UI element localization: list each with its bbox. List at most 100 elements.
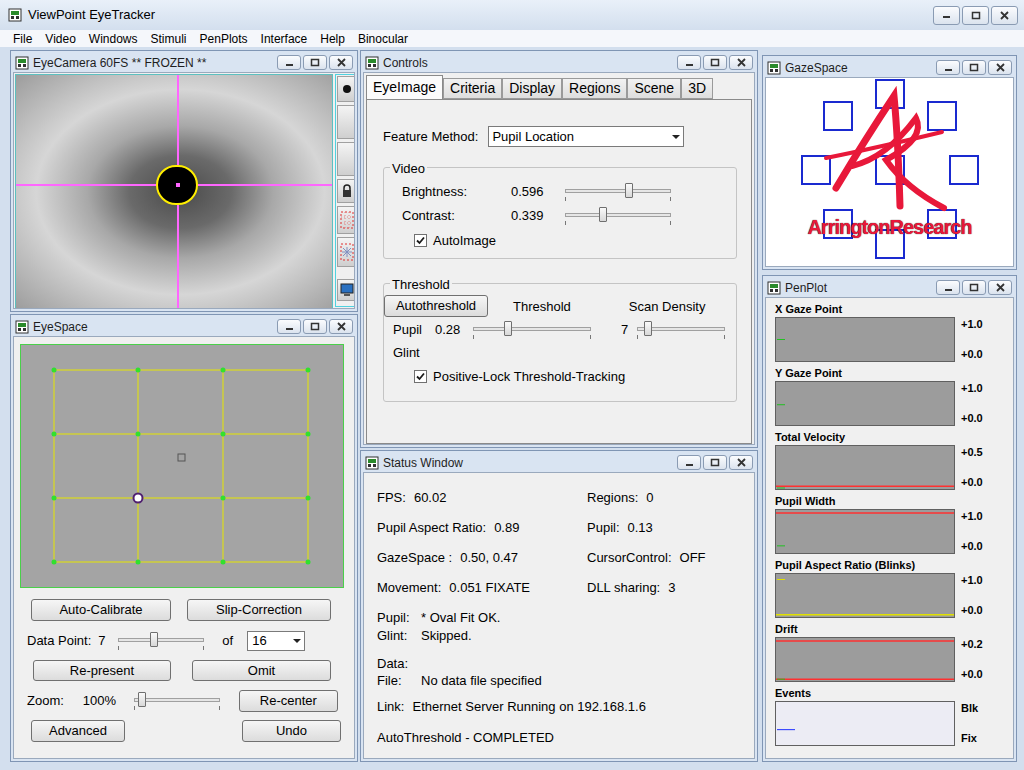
calibration-point[interactable] — [306, 368, 311, 373]
menu-bar: File Video Windows Stimuli PenPlots Interface… — [0, 30, 1024, 47]
scan-density-slider[interactable] — [637, 321, 725, 339]
close-button[interactable] — [729, 455, 753, 470]
child-title-bar[interactable]: GazeSpace — [765, 58, 1014, 77]
calibration-point[interactable] — [52, 560, 57, 565]
minimize-button[interactable] — [936, 60, 960, 75]
minimize-button[interactable] — [677, 455, 701, 470]
calibration-point[interactable] — [221, 496, 226, 501]
calibration-point[interactable] — [306, 496, 311, 501]
dropdown-arrow-icon — [290, 633, 304, 649]
close-button[interactable] — [329, 319, 353, 334]
child-title-bar[interactable]: EyeSpace — [13, 317, 355, 336]
child-title-bar[interactable]: Status Window — [363, 453, 755, 472]
tab[interactable]: Regions — [562, 78, 627, 99]
tool-button[interactable] — [337, 279, 355, 301]
maximize-button[interactable] — [303, 55, 327, 70]
minimize-button[interactable] — [677, 55, 701, 70]
menu-item[interactable]: Stimuli — [151, 30, 187, 48]
slider-thumb[interactable] — [644, 321, 652, 336]
re-center-button[interactable]: Re-center — [239, 690, 338, 712]
auto-image-checkbox[interactable]: AutoImage — [414, 231, 736, 251]
close-button[interactable] — [991, 6, 1018, 25]
calibration-point[interactable] — [221, 368, 226, 373]
minimize-button[interactable] — [933, 6, 960, 25]
calibration-point[interactable] — [306, 432, 311, 437]
close-button[interactable] — [329, 55, 353, 70]
auto-calibrate-button[interactable]: Auto-Calibrate — [31, 599, 171, 621]
maximize-button[interactable] — [962, 6, 989, 25]
slider-thumb[interactable] — [504, 321, 512, 336]
calibration-point[interactable] — [52, 496, 57, 501]
calibration-point[interactable] — [306, 560, 311, 565]
calibration-point[interactable] — [221, 432, 226, 437]
child-title-bar[interactable]: Controls — [363, 53, 755, 72]
close-button[interactable] — [988, 60, 1012, 75]
child-title-bar[interactable]: PenPlot — [765, 278, 1014, 297]
advanced-button[interactable]: Advanced — [31, 720, 125, 742]
calibration-point[interactable] — [52, 432, 57, 437]
pen-plot-label: Pupil Width — [775, 494, 1013, 509]
data-point-label: Data Point: — [27, 631, 91, 651]
autothreshold-button[interactable]: Autothreshold — [384, 295, 488, 317]
tab[interactable]: EyeImage — [366, 75, 443, 99]
maximize-button[interactable] — [303, 319, 327, 334]
feature-method-select[interactable]: Pupil Location — [488, 126, 684, 147]
menu-item[interactable]: File — [13, 30, 32, 48]
tab[interactable]: Scene — [627, 78, 681, 99]
minimize-button[interactable] — [936, 280, 960, 295]
menu-item[interactable]: Interface — [261, 30, 308, 48]
data-point-value: 7 — [98, 631, 114, 651]
calibration-point[interactable] — [136, 560, 141, 565]
slider-thumb[interactable] — [625, 183, 633, 198]
maximize-button[interactable] — [703, 455, 727, 470]
menu-item[interactable]: Binocular — [358, 30, 408, 48]
pupil-threshold-slider[interactable] — [473, 321, 591, 339]
zoom-slider[interactable] — [134, 692, 220, 710]
video-slider[interactable] — [565, 207, 671, 225]
re-present-button[interactable]: Re-present — [33, 660, 171, 682]
maximize-button[interactable] — [703, 55, 727, 70]
tool-button[interactable] — [337, 179, 355, 203]
maximize-button[interactable] — [962, 280, 986, 295]
undo-button[interactable]: Undo — [242, 720, 341, 742]
tool-button[interactable] — [337, 142, 355, 176]
slider-thumb[interactable] — [138, 692, 146, 707]
close-button[interactable] — [988, 280, 1012, 295]
gaze-space-canvas[interactable]: ArringtonResearch — [766, 78, 1013, 266]
minimize-button[interactable] — [277, 319, 301, 334]
menu-item[interactable]: Video — [45, 30, 75, 48]
eye-space-canvas[interactable] — [20, 344, 344, 588]
pen-plot-bottom-scale: Fix — [961, 732, 978, 745]
slip-correction-button[interactable]: Slip-Correction — [187, 599, 331, 621]
tool-button[interactable] — [337, 76, 355, 102]
calibration-point[interactable] — [134, 494, 143, 503]
tool-button[interactable] — [337, 105, 355, 139]
menu-item[interactable]: Help — [320, 30, 345, 48]
tab[interactable]: Criteria — [443, 78, 502, 99]
calibration-point[interactable] — [136, 368, 141, 373]
title-bar[interactable]: ViewPoint EyeTracker — [0, 0, 1024, 30]
positive-lock-checkbox[interactable]: Positive-Lock Threshold-Tracking — [414, 367, 736, 387]
menu-item[interactable]: PenPlots — [200, 30, 248, 48]
maximize-button[interactable] — [962, 60, 986, 75]
calibration-point[interactable] — [52, 368, 57, 373]
omit-button[interactable]: Omit — [192, 660, 331, 682]
tab[interactable]: 3D — [681, 78, 713, 99]
minimize-button[interactable] — [277, 55, 301, 70]
close-button[interactable] — [729, 55, 753, 70]
tool-button[interactable] — [337, 237, 355, 267]
app-icon — [15, 56, 29, 70]
child-title-bar[interactable]: EyeCamera 60FS ** FROZEN ** — [13, 53, 355, 72]
gaze-space-window: GazeSpaceArringtonResearch — [762, 55, 1017, 270]
video-slider[interactable] — [565, 183, 671, 201]
tab[interactable]: Display — [502, 78, 562, 99]
tool-button[interactable] — [337, 206, 355, 234]
slider-thumb[interactable] — [599, 207, 607, 222]
calibration-point[interactable] — [136, 432, 141, 437]
calibration-point[interactable] — [221, 560, 226, 565]
slider-thumb[interactable] — [150, 632, 158, 647]
data-point-slider[interactable] — [118, 632, 204, 650]
check-icon — [416, 236, 425, 245]
menu-item[interactable]: Windows — [89, 30, 138, 48]
total-select[interactable]: 16 — [247, 631, 305, 651]
